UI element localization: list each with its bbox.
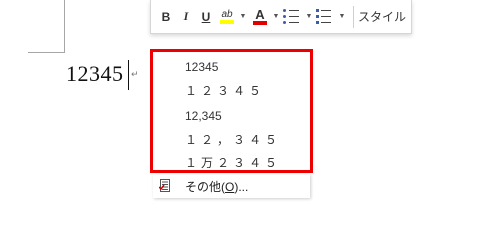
- paragraph-mark: ↵: [131, 70, 139, 80]
- text-cursor: [128, 60, 129, 90]
- number-format-option[interactable]: １２３４５: [185, 82, 265, 100]
- highlight-color-button[interactable]: ab: [217, 6, 237, 28]
- bullets-dropdown-chevron-icon[interactable]: ▼: [305, 6, 313, 28]
- mini-toolbar: B I U ab ▼ A ▼ ▼ ▼ スタイル: [150, 0, 412, 34]
- font-color-bar: [253, 21, 267, 25]
- underline-button[interactable]: U: [197, 6, 215, 28]
- number-format-option[interactable]: 12,345: [185, 107, 222, 125]
- number-format-option[interactable]: 12345: [185, 58, 218, 76]
- bold-button[interactable]: B: [157, 6, 175, 28]
- font-color-icon: A: [255, 7, 265, 22]
- styles-button[interactable]: スタイル: [358, 6, 406, 28]
- more-options-menu-item[interactable]: その他(O)...: [153, 174, 310, 198]
- highlight-color-bar: [220, 20, 234, 24]
- bullets-button[interactable]: [283, 6, 303, 28]
- document-list-icon: [159, 179, 170, 192]
- numbering-button[interactable]: [316, 6, 336, 28]
- font-color-button[interactable]: A: [250, 6, 270, 28]
- page-margin-corner-vertical: [64, 0, 65, 52]
- number-format-list: 12345 １２３４５ 12,345 １２，３４５ １万２３４５: [150, 49, 313, 173]
- font-color-dropdown-chevron-icon[interactable]: ▼: [272, 6, 280, 28]
- toolbar-separator: [353, 5, 354, 28]
- italic-button[interactable]: I: [177, 6, 195, 28]
- highlight-icon: ab: [221, 9, 233, 20]
- more-options-label: その他(O)...: [185, 180, 249, 194]
- page-margin-corner-horizontal: [28, 52, 65, 53]
- numbering-dropdown-chevron-icon[interactable]: ▼: [338, 6, 346, 28]
- number-format-option[interactable]: １２，３４５: [185, 131, 281, 149]
- number-format-option[interactable]: １万２３４５: [185, 154, 281, 172]
- highlight-dropdown-chevron-icon[interactable]: ▼: [239, 6, 247, 28]
- document-text[interactable]: 12345: [66, 60, 124, 88]
